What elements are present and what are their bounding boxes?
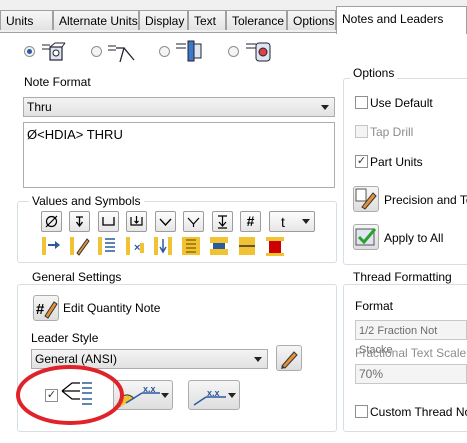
note-type-radio-3[interactable] — [159, 46, 170, 57]
chevron-down-icon — [161, 393, 169, 398]
pencil-icon — [281, 351, 298, 369]
svg-text:×: × — [134, 242, 140, 254]
tap-drill-label: Tap Drill — [370, 125, 414, 139]
pencil-value-icon — [70, 237, 90, 256]
note-format-value: Thru — [27, 100, 52, 114]
block-note-icon — [176, 40, 202, 62]
counterbore-symbol-button[interactable] — [98, 211, 119, 232]
edit-quantity-note-button[interactable]: # — [33, 295, 59, 321]
svg-text:x.x: x.x — [143, 384, 156, 394]
x-value-icon: × — [126, 237, 144, 255]
part-units-checkbox[interactable]: ✓ — [355, 155, 368, 168]
note-format-text: Ø<HDIA> THRU — [27, 127, 123, 142]
depth-symbol-button[interactable] — [69, 211, 90, 232]
precision-tolerance-button[interactable] — [353, 186, 379, 212]
hole-value-icon — [42, 237, 60, 255]
tab-display[interactable]: Display — [139, 10, 188, 30]
tab-tolerance[interactable]: Tolerance — [226, 10, 287, 30]
tab-label: Notes and Leaders — [342, 12, 444, 26]
quantity-note-icon: # — [36, 301, 58, 319]
use-default-checkbox[interactable] — [355, 96, 368, 109]
value-icons-row: × — [42, 237, 284, 256]
highlight-ellipse — [16, 365, 124, 425]
coil-value-icon — [182, 237, 200, 255]
leader-display-dropdown[interactable]: x.x — [188, 380, 240, 410]
svg-text:#: # — [36, 301, 45, 318]
bar-value-icon — [239, 237, 255, 255]
tab-alternate-units[interactable]: Alternate Units — [53, 10, 139, 30]
thread-value-icon — [98, 237, 115, 255]
hole-note-icon — [42, 42, 66, 61]
tab-label: Units — [6, 14, 34, 28]
use-default-label: Use Default — [370, 96, 433, 110]
countersink-symbol-button[interactable] — [155, 211, 176, 232]
apply-check-icon — [355, 228, 377, 246]
note-type-radio-4[interactable] — [228, 46, 239, 57]
tab-units[interactable]: Units — [0, 10, 53, 30]
cosmetic-thread-icon — [246, 42, 271, 62]
diameter-symbol-button[interactable] — [41, 211, 62, 232]
note-type-radio-1[interactable] — [24, 46, 35, 57]
hole-depth-symbol-button[interactable] — [212, 211, 233, 232]
tab-strip: Units Alternate Units Display Text Toler… — [0, 0, 467, 34]
countersink-depth-symbol-button[interactable] — [183, 211, 204, 232]
svg-text:x.x: x.x — [207, 388, 220, 398]
leader-style-label: Leader Style — [31, 331, 99, 345]
edit-quantity-note-label: Edit Quantity Note — [63, 301, 161, 315]
chevron-down-icon — [254, 357, 262, 362]
fractional-text-scale-input[interactable]: 70% — [355, 364, 467, 384]
options-title: Options — [350, 66, 398, 80]
tab-label: Text — [194, 14, 217, 28]
values-symbols-title: Values and Symbols — [29, 194, 144, 208]
fractional-text-scale-label: Fractional Text Scale — [355, 346, 467, 360]
leader-display-icon: x.x — [193, 388, 226, 406]
thickness-symbol-label: t — [281, 214, 285, 230]
custom-thread-note-checkbox[interactable] — [355, 405, 368, 418]
tab-label: Options — [293, 14, 335, 28]
tab-notes-and-leaders[interactable]: Notes and Leaders — [336, 6, 467, 34]
spotface-symbol-button[interactable] — [126, 211, 147, 232]
thickness-symbol-dropdown[interactable]: t — [269, 211, 315, 232]
tab-text[interactable]: Text — [188, 10, 226, 30]
chevron-down-icon — [302, 219, 310, 224]
general-settings-title: General Settings — [29, 270, 125, 284]
block-value-icon — [210, 237, 228, 255]
note-format-label: Note Format — [24, 75, 91, 89]
tab-options[interactable]: Options — [287, 10, 336, 30]
fractional-text-scale-value: 70% — [359, 367, 384, 381]
apply-to-all-button[interactable] — [353, 224, 379, 250]
chevron-down-icon — [321, 105, 329, 110]
red-block-value-icon — [266, 237, 284, 256]
note-format-textarea[interactable]: Ø<HDIA> THRU — [23, 122, 335, 188]
note-format-select[interactable]: Thru — [23, 97, 335, 117]
precision-tolerance-label: Precision and Tole — [384, 193, 467, 207]
tap-drill-checkbox[interactable] — [355, 125, 368, 138]
tab-label: Alternate Units — [59, 14, 138, 28]
chevron-down-icon — [228, 393, 236, 398]
edit-leader-style-button[interactable] — [276, 345, 302, 371]
arrow-value-icon — [154, 237, 172, 255]
thread-format-select[interactable]: 1/2 Fraction Not Stacke — [355, 320, 467, 356]
custom-thread-note-label: Custom Thread Note — [370, 405, 467, 419]
apply-to-all-label: Apply to All — [384, 231, 444, 245]
thread-format-label: Format — [355, 299, 394, 313]
leader-note-icon — [108, 45, 135, 63]
thread-formatting-title: Thread Formatting — [350, 270, 455, 284]
note-type-radio-2[interactable] — [91, 46, 102, 57]
tab-label: Display — [145, 14, 185, 28]
number-symbol-button[interactable]: # — [240, 211, 261, 232]
part-units-label: Part Units — [370, 155, 423, 169]
precision-pencil-icon — [355, 188, 377, 210]
tab-label: Tolerance — [232, 14, 285, 28]
